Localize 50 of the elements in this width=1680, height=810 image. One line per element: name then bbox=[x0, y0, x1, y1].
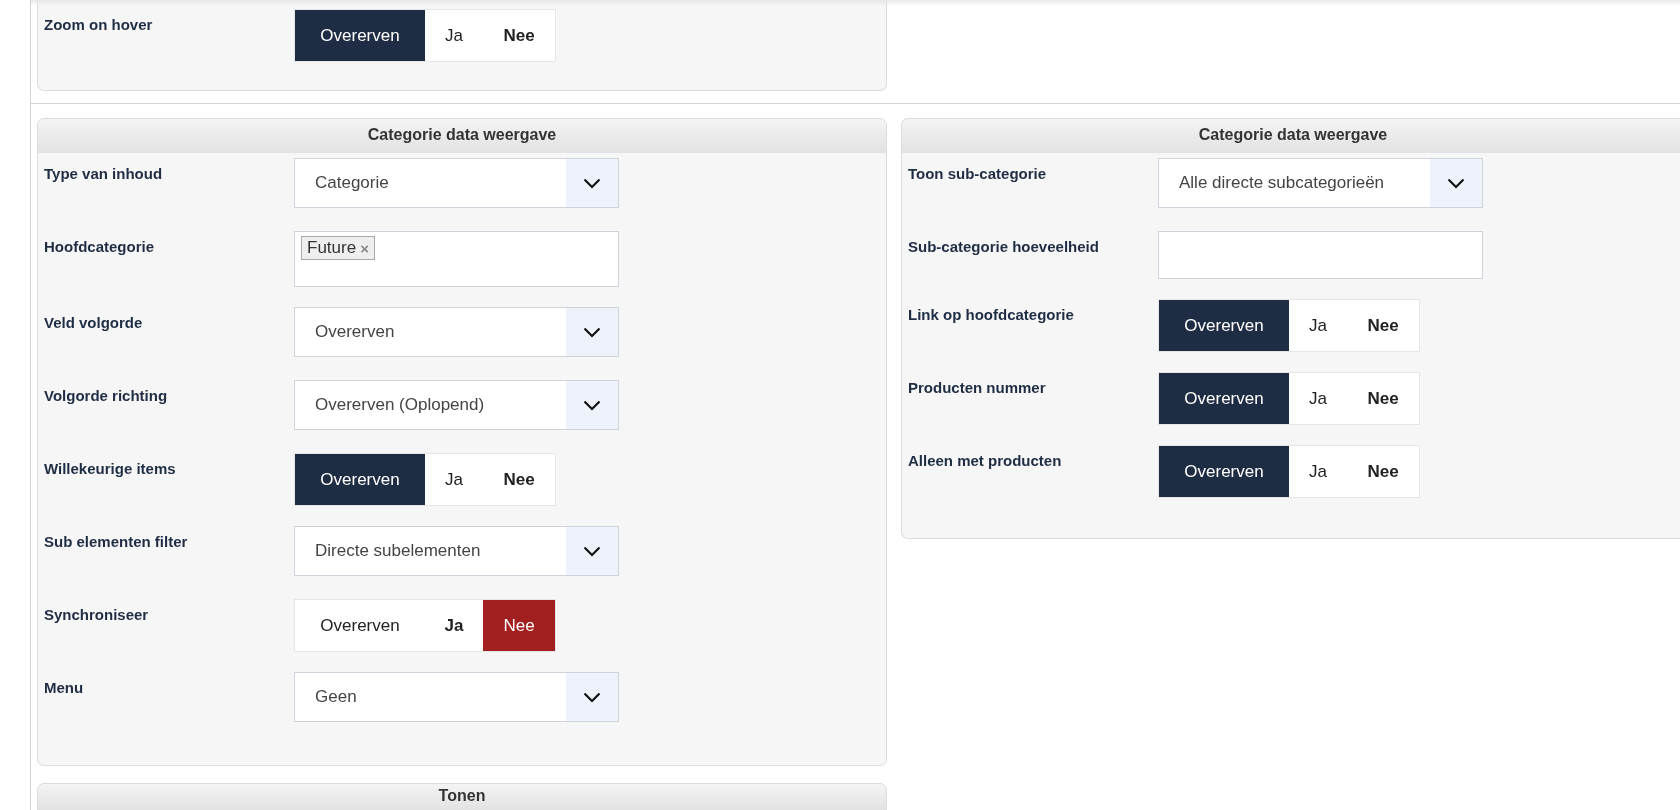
segment-option[interactable]: Overerven bbox=[1159, 446, 1289, 497]
field-label: Hoofdcategorie bbox=[44, 237, 155, 255]
field-label: Sub elementen filter bbox=[44, 532, 189, 550]
field-label: Volgorde richting bbox=[44, 386, 169, 404]
segment-option[interactable]: Nee bbox=[483, 454, 555, 505]
segment-option[interactable]: Ja bbox=[1289, 446, 1347, 497]
select-field[interactable]: Alle directe subcategorieën bbox=[1158, 158, 1483, 208]
panel-header: Categorie data weergave bbox=[902, 119, 1680, 153]
field-label: Type van inhoud bbox=[44, 164, 164, 182]
segment-option[interactable]: Overerven bbox=[295, 454, 425, 505]
segment-option[interactable]: Ja bbox=[425, 600, 483, 651]
field-label: Willekeurige items bbox=[44, 459, 177, 477]
select-field[interactable]: Geen bbox=[294, 672, 619, 722]
tag-label: Future bbox=[307, 238, 357, 258]
field-label: Toon sub-categorie bbox=[908, 164, 1048, 182]
segment-option[interactable]: Overerven bbox=[295, 600, 425, 651]
chevron-down-icon bbox=[583, 326, 601, 338]
segment-option[interactable]: Nee bbox=[483, 10, 555, 61]
field-label: Veld volgorde bbox=[44, 313, 144, 331]
segment-option[interactable]: Ja bbox=[425, 10, 483, 61]
segment-option[interactable]: Nee bbox=[1347, 300, 1419, 351]
panel-header: Tonen bbox=[38, 784, 886, 810]
segment-option[interactable]: Overerven bbox=[295, 10, 425, 61]
segment-option[interactable]: Nee bbox=[1347, 446, 1419, 497]
select-field[interactable]: Overerven bbox=[294, 307, 619, 357]
segment-option[interactable]: Overerven bbox=[1159, 373, 1289, 424]
segment-option[interactable]: Ja bbox=[1289, 300, 1347, 351]
chevron-down-icon bbox=[583, 177, 601, 189]
chevron-down-icon bbox=[583, 545, 601, 557]
segment-option[interactable]: Ja bbox=[1289, 373, 1347, 424]
chevron-down-icon bbox=[583, 399, 601, 411]
select-field[interactable]: Overerven (Oplopend) bbox=[294, 380, 619, 430]
select-field[interactable]: Directe subelementen bbox=[294, 526, 619, 576]
field-label: Menu bbox=[44, 678, 85, 696]
segment-option[interactable]: Nee bbox=[1347, 373, 1419, 424]
field-label: Zoom on hover bbox=[44, 15, 154, 33]
segment-option[interactable]: Ja bbox=[425, 454, 483, 505]
tag-input-field[interactable]: Future × bbox=[294, 231, 619, 287]
chevron-down-icon bbox=[1447, 177, 1465, 189]
segment-option[interactable]: Nee bbox=[483, 600, 555, 651]
field-label: Synchroniseer bbox=[44, 605, 150, 623]
segment-option[interactable]: Overerven bbox=[1159, 300, 1289, 351]
panel-header: Categorie data weergave bbox=[38, 119, 886, 153]
field-label: Alleen met producten bbox=[908, 451, 1063, 469]
input-field[interactable] bbox=[1158, 231, 1483, 279]
field-label: Producten nummer bbox=[908, 378, 1047, 396]
chevron-down-icon bbox=[583, 691, 601, 703]
field-label: Link op hoofdcategorie bbox=[908, 305, 1075, 323]
select-field[interactable]: Categorie bbox=[294, 158, 619, 208]
field-label: Sub-categorie hoeveelheid bbox=[908, 237, 1100, 255]
